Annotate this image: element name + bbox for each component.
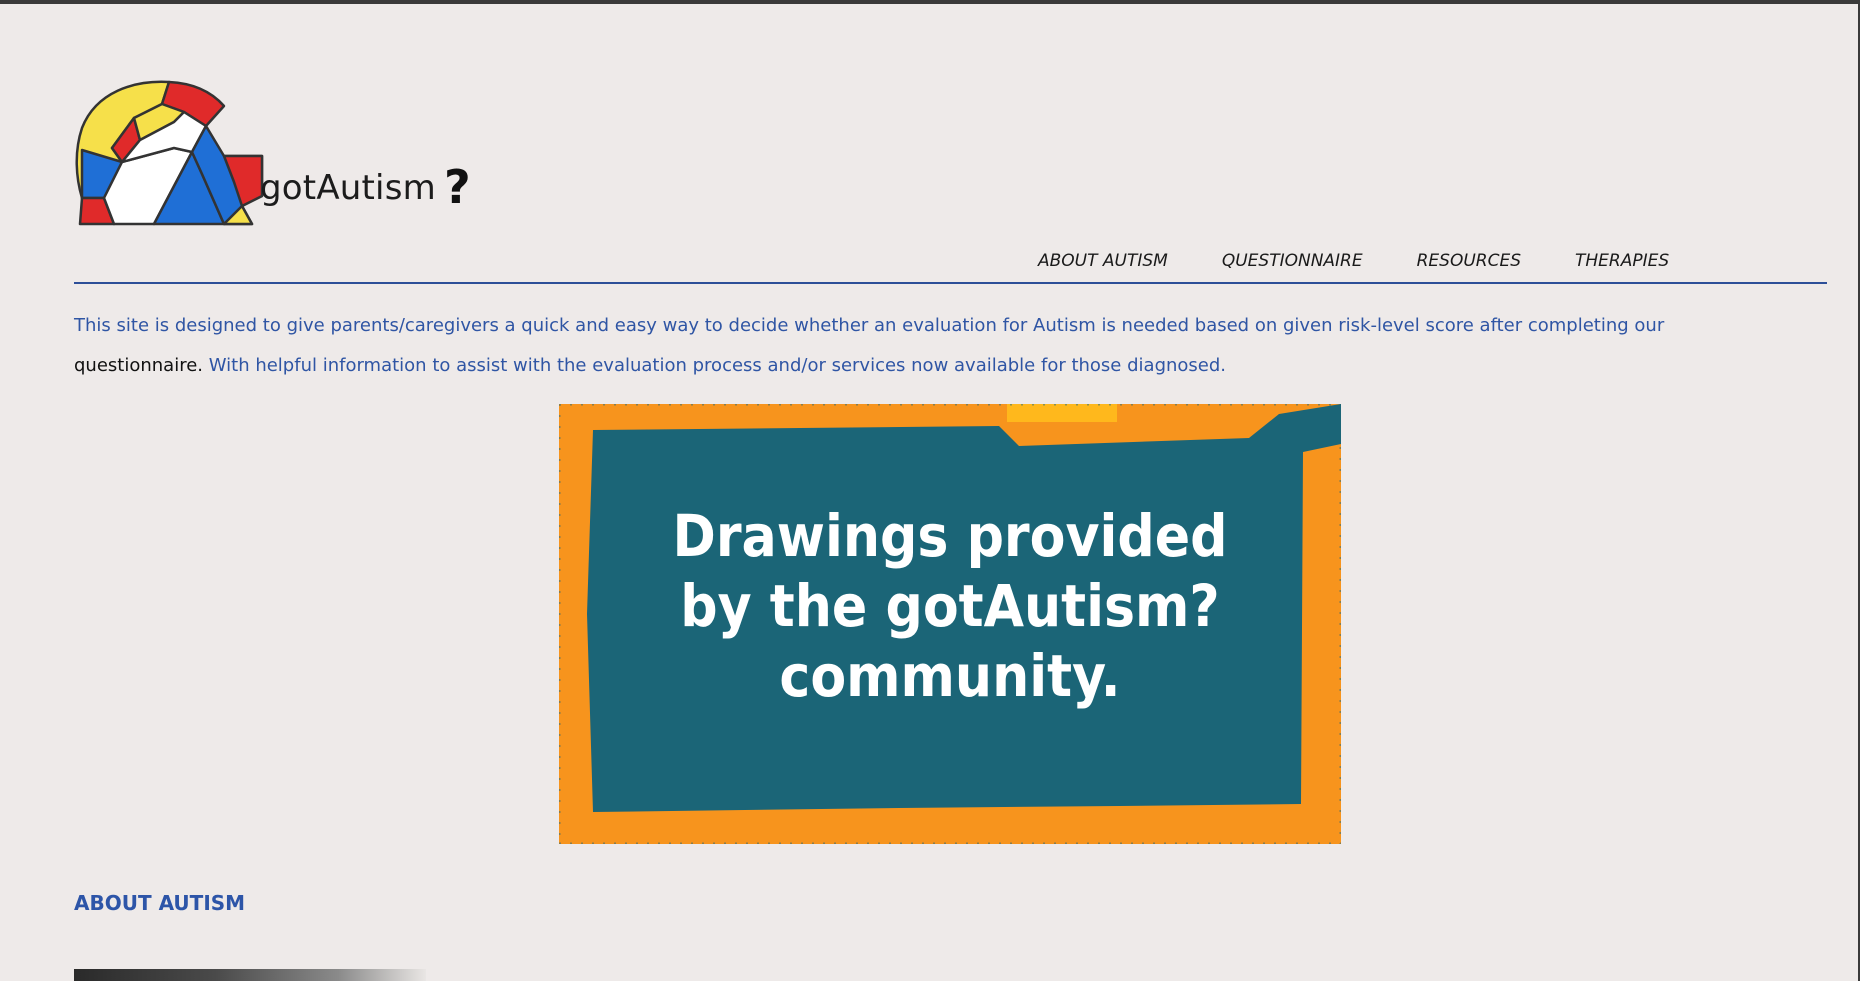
- banner-line-1: Drawings provided: [672, 502, 1227, 570]
- nav-item-questionnaire[interactable]: QUESTIONNAIRE: [1222, 251, 1363, 271]
- community-drawings-banner: Drawings provided by the gotAutism? comm…: [557, 402, 1343, 846]
- header-divider: [74, 282, 1827, 284]
- section-title-about-autism: ABOUT AUTISM: [74, 891, 246, 915]
- intro-text: This site is designed to give parents/ca…: [74, 306, 1794, 386]
- banner-image: Drawings provided by the gotAutism? comm…: [557, 402, 1343, 846]
- nav-item-about-autism[interactable]: ABOUT AUTISM: [1038, 251, 1168, 271]
- logo-mark-icon: [75, 80, 264, 226]
- brand-name: gotAutism: [260, 168, 436, 208]
- intro-part2: With helpful information to assist with …: [203, 355, 1227, 376]
- site-logo[interactable]: gotAutism ?: [74, 78, 494, 233]
- banner-line-2: by the gotAutism?: [680, 572, 1219, 640]
- intro-part1: This site is designed to give parents/ca…: [74, 315, 1665, 336]
- page: gotAutism ? ABOUT AUTISM QUESTIONNAIRE R…: [0, 0, 1860, 981]
- questionnaire-link[interactable]: questionnaire.: [74, 355, 203, 376]
- nav-item-resources[interactable]: RESOURCES: [1417, 251, 1521, 271]
- brand-question-mark: ?: [444, 160, 471, 214]
- banner-frame-highlight: [1007, 404, 1117, 422]
- about-autism-photo: [74, 969, 426, 981]
- main-nav: ABOUT AUTISM QUESTIONNAIRE RESOURCES THE…: [1038, 251, 1669, 271]
- banner-line-3: community.: [779, 642, 1120, 710]
- nav-item-therapies[interactable]: THERAPIES: [1575, 251, 1669, 271]
- window-top-border: [0, 0, 1860, 4]
